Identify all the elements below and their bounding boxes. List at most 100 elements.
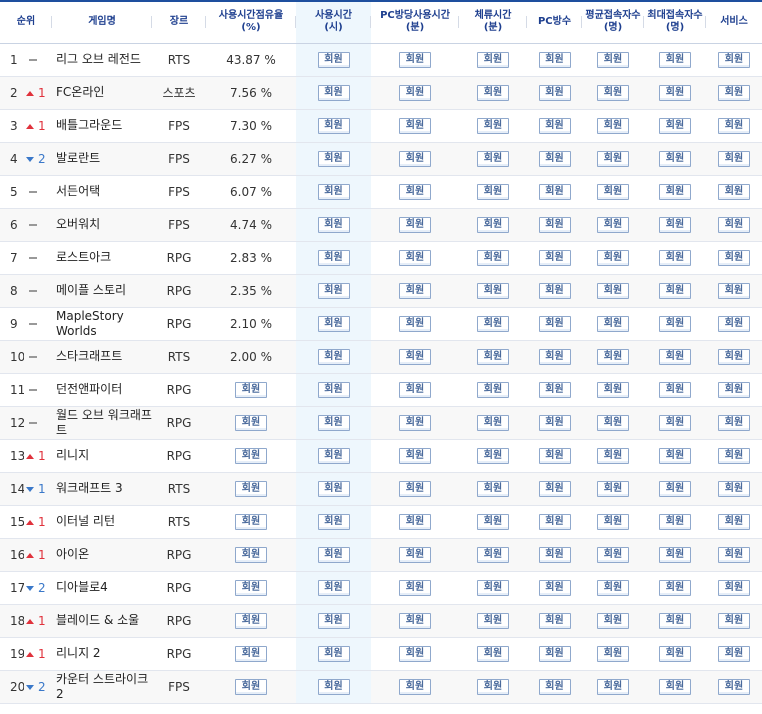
max-connections-member-button[interactable]: 회원: [659, 448, 691, 464]
stay-time-member-button[interactable]: 회원: [477, 679, 509, 695]
service-member-button[interactable]: 회원: [718, 349, 750, 365]
avg-connections-member-button[interactable]: 회원: [597, 646, 629, 662]
pc-bang-time-member-button[interactable]: 회원: [399, 217, 431, 233]
stay-time-member-button[interactable]: 회원: [477, 415, 509, 431]
pc-count-member-button[interactable]: 회원: [538, 613, 571, 629]
usage-share-member-button[interactable]: 회원: [235, 646, 267, 662]
avg-connections-member-button[interactable]: 회원: [597, 250, 629, 266]
usage-time-member-button[interactable]: 회원: [317, 349, 350, 365]
stay-time-member-button[interactable]: 회원: [477, 184, 509, 200]
avg-connections-member-button[interactable]: 회원: [597, 448, 629, 464]
service-member-button[interactable]: 회원: [718, 316, 750, 332]
usage-time-member-button[interactable]: 회원: [317, 283, 350, 299]
max-connections-member-button[interactable]: 회원: [659, 349, 691, 365]
avg-connections-member-button[interactable]: 회원: [597, 613, 629, 629]
pc-bang-time-member-button[interactable]: 회원: [399, 283, 431, 299]
service-member-button[interactable]: 회원: [718, 415, 750, 431]
avg-connections-member-button[interactable]: 회원: [597, 547, 629, 563]
avg-connections-member-button[interactable]: 회원: [597, 283, 629, 299]
max-connections-member-button[interactable]: 회원: [659, 514, 691, 530]
pc-count-member-button[interactable]: 회원: [538, 184, 571, 200]
stay-time-member-button[interactable]: 회원: [477, 481, 509, 497]
stay-time-member-button[interactable]: 회원: [477, 349, 509, 365]
pc-count-member-button[interactable]: 회원: [538, 514, 571, 530]
pc-count-member-button[interactable]: 회원: [538, 646, 571, 662]
stay-time-member-button[interactable]: 회원: [477, 250, 509, 266]
max-connections-member-button[interactable]: 회원: [659, 613, 691, 629]
usage-time-member-button[interactable]: 회원: [317, 85, 350, 101]
usage-time-member-button[interactable]: 회원: [317, 448, 350, 464]
max-connections-member-button[interactable]: 회원: [659, 52, 691, 68]
max-connections-member-button[interactable]: 회원: [659, 547, 691, 563]
pc-count-member-button[interactable]: 회원: [538, 283, 571, 299]
avg-connections-member-button[interactable]: 회원: [597, 52, 629, 68]
service-member-button[interactable]: 회원: [718, 580, 750, 596]
stay-time-member-button[interactable]: 회원: [477, 613, 509, 629]
service-member-button[interactable]: 회원: [718, 151, 750, 167]
stay-time-member-button[interactable]: 회원: [477, 646, 509, 662]
service-member-button[interactable]: 회원: [718, 52, 750, 68]
service-member-button[interactable]: 회원: [718, 514, 750, 530]
service-member-button[interactable]: 회원: [718, 118, 750, 134]
pc-bang-time-member-button[interactable]: 회원: [399, 118, 431, 134]
service-member-button[interactable]: 회원: [718, 382, 750, 398]
max-connections-member-button[interactable]: 회원: [659, 580, 691, 596]
usage-time-member-button[interactable]: 회원: [317, 514, 350, 530]
pc-count-member-button[interactable]: 회원: [538, 151, 571, 167]
service-member-button[interactable]: 회원: [718, 250, 750, 266]
usage-time-member-button[interactable]: 회원: [317, 580, 350, 596]
usage-share-member-button[interactable]: 회원: [235, 613, 267, 629]
avg-connections-member-button[interactable]: 회원: [597, 151, 629, 167]
avg-connections-member-button[interactable]: 회원: [597, 580, 629, 596]
pc-count-member-button[interactable]: 회원: [538, 580, 571, 596]
service-member-button[interactable]: 회원: [718, 283, 750, 299]
usage-share-member-button[interactable]: 회원: [235, 514, 267, 530]
stay-time-member-button[interactable]: 회원: [477, 118, 509, 134]
usage-time-member-button[interactable]: 회원: [317, 217, 350, 233]
pc-bang-time-member-button[interactable]: 회원: [399, 679, 431, 695]
usage-time-member-button[interactable]: 회원: [317, 316, 350, 332]
max-connections-member-button[interactable]: 회원: [659, 283, 691, 299]
pc-bang-time-member-button[interactable]: 회원: [399, 349, 431, 365]
max-connections-member-button[interactable]: 회원: [659, 151, 691, 167]
usage-share-member-button[interactable]: 회원: [235, 580, 267, 596]
max-connections-member-button[interactable]: 회원: [659, 118, 691, 134]
max-connections-member-button[interactable]: 회원: [659, 415, 691, 431]
usage-time-member-button[interactable]: 회원: [317, 679, 350, 695]
service-member-button[interactable]: 회원: [718, 679, 750, 695]
service-member-button[interactable]: 회원: [718, 613, 750, 629]
stay-time-member-button[interactable]: 회원: [477, 316, 509, 332]
avg-connections-member-button[interactable]: 회원: [597, 679, 629, 695]
max-connections-member-button[interactable]: 회원: [659, 250, 691, 266]
usage-time-member-button[interactable]: 회원: [317, 547, 350, 563]
pc-bang-time-member-button[interactable]: 회원: [399, 52, 431, 68]
usage-share-member-button[interactable]: 회원: [235, 382, 267, 398]
stay-time-member-button[interactable]: 회원: [477, 283, 509, 299]
pc-count-member-button[interactable]: 회원: [538, 382, 571, 398]
max-connections-member-button[interactable]: 회원: [659, 382, 691, 398]
usage-time-member-button[interactable]: 회원: [317, 415, 350, 431]
stay-time-member-button[interactable]: 회원: [477, 85, 509, 101]
pc-count-member-button[interactable]: 회원: [538, 217, 571, 233]
pc-count-member-button[interactable]: 회원: [538, 415, 571, 431]
usage-time-member-button[interactable]: 회원: [317, 646, 350, 662]
usage-time-member-button[interactable]: 회원: [317, 118, 350, 134]
pc-bang-time-member-button[interactable]: 회원: [399, 448, 431, 464]
usage-share-member-button[interactable]: 회원: [235, 448, 267, 464]
usage-share-member-button[interactable]: 회원: [235, 481, 267, 497]
pc-bang-time-member-button[interactable]: 회원: [399, 415, 431, 431]
service-member-button[interactable]: 회원: [718, 184, 750, 200]
pc-bang-time-member-button[interactable]: 회원: [399, 316, 431, 332]
pc-bang-time-member-button[interactable]: 회원: [399, 250, 431, 266]
stay-time-member-button[interactable]: 회원: [477, 151, 509, 167]
pc-bang-time-member-button[interactable]: 회원: [399, 382, 431, 398]
pc-bang-time-member-button[interactable]: 회원: [399, 481, 431, 497]
usage-share-member-button[interactable]: 회원: [235, 679, 267, 695]
service-member-button[interactable]: 회원: [718, 448, 750, 464]
service-member-button[interactable]: 회원: [718, 217, 750, 233]
usage-share-member-button[interactable]: 회원: [235, 415, 267, 431]
service-member-button[interactable]: 회원: [718, 646, 750, 662]
pc-bang-time-member-button[interactable]: 회원: [399, 580, 431, 596]
stay-time-member-button[interactable]: 회원: [477, 52, 509, 68]
avg-connections-member-button[interactable]: 회원: [597, 481, 629, 497]
